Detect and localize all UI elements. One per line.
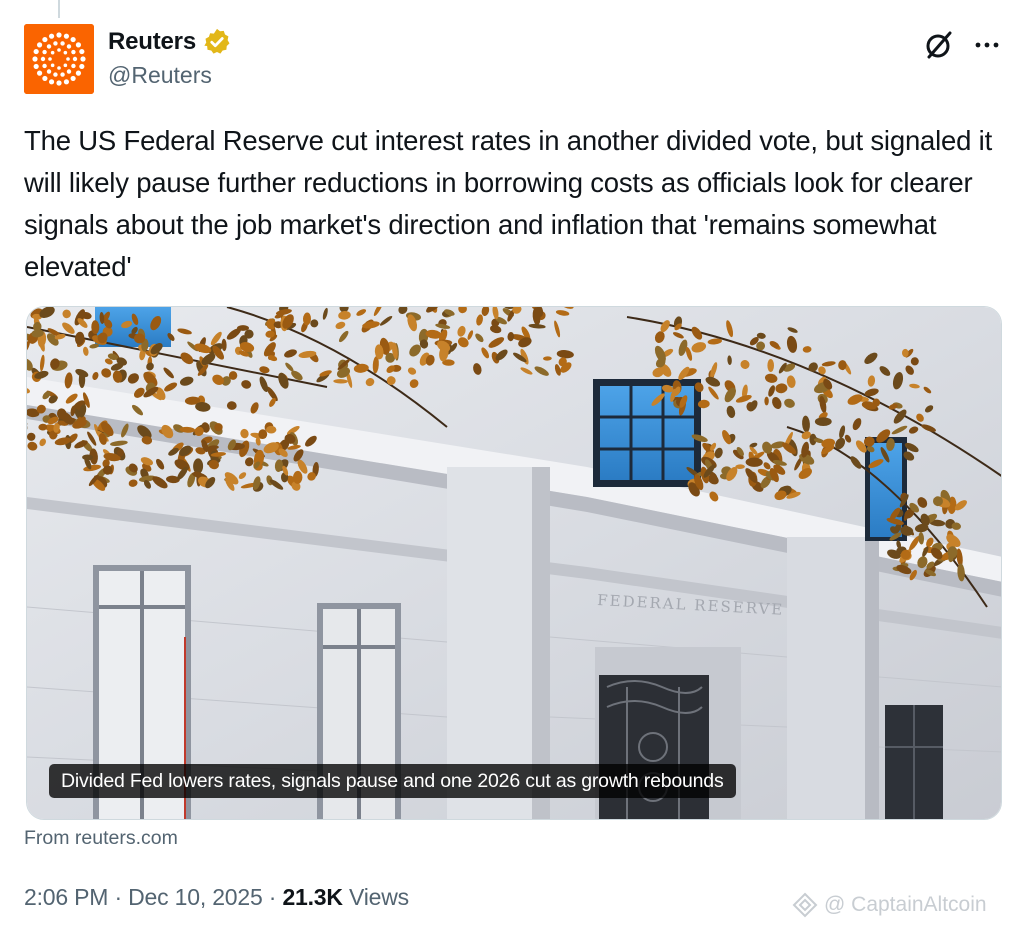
tweet-metadata: 2:06 PM · Dec 10, 2025 · 21.3K Views bbox=[24, 884, 409, 911]
tweet-author: Reuters @Reuters bbox=[108, 26, 232, 89]
link-preview-card[interactable]: FEDERAL RESERVE Divided Fed lowers rates… bbox=[26, 306, 1002, 820]
federal-reserve-building-image: FEDERAL RESERVE bbox=[27, 307, 1001, 819]
thread-connector-line bbox=[58, 0, 60, 18]
views-label: Views bbox=[349, 884, 409, 910]
watermark: @ CaptainAltcoin bbox=[792, 892, 987, 918]
meta-separator: · bbox=[268, 884, 277, 910]
author-name[interactable]: Reuters bbox=[108, 28, 196, 56]
more-options-icon[interactable] bbox=[970, 30, 1004, 60]
verified-badge-icon[interactable] bbox=[202, 27, 232, 57]
meta-separator: · bbox=[114, 884, 122, 910]
tweet-date[interactable]: Dec 10, 2025 bbox=[128, 884, 263, 910]
reuters-logo bbox=[24, 24, 94, 94]
tweet-time[interactable]: 2:06 PM bbox=[24, 884, 108, 910]
grok-icon[interactable] bbox=[922, 28, 956, 62]
author-handle[interactable]: @Reuters bbox=[108, 62, 232, 89]
diamond-logo-icon bbox=[792, 892, 818, 918]
reuters-logo-avatar[interactable] bbox=[24, 24, 94, 94]
watermark-text: @ CaptainAltcoin bbox=[824, 893, 987, 916]
card-caption[interactable]: Divided Fed lowers rates, signals pause … bbox=[49, 764, 736, 798]
card-source-link[interactable]: From reuters.com bbox=[24, 827, 178, 850]
views-count[interactable]: 21.3K bbox=[282, 884, 343, 910]
tweet-text: The US Federal Reserve cut interest rate… bbox=[24, 125, 993, 282]
